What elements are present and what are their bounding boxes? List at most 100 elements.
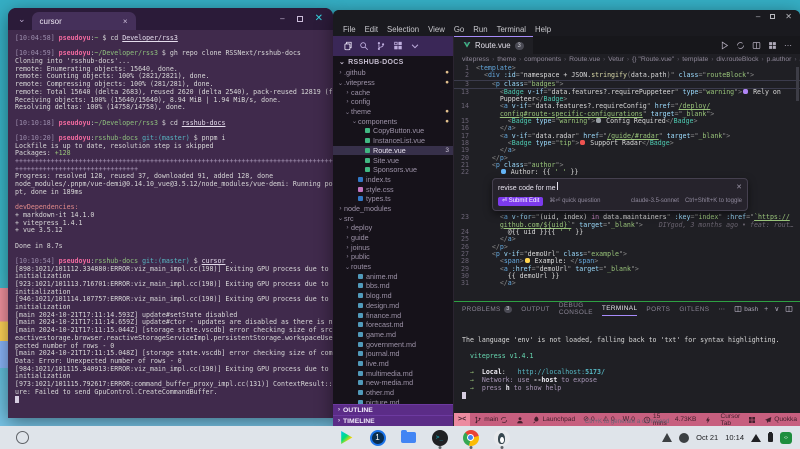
more-action-icon[interactable]: ⋯: [784, 41, 792, 50]
section-timeline[interactable]: ›TIMELINE: [333, 415, 453, 426]
editor-scrollbar[interactable]: [796, 67, 799, 101]
tree-item-picture.md[interactable]: picture.md: [333, 397, 453, 404]
maximize-button[interactable]: [297, 16, 303, 22]
tree-item-InstanceList.vue[interactable]: InstanceList.vue: [333, 136, 453, 146]
tree-item-Site.vue[interactable]: Site.vue: [333, 155, 453, 165]
panel-tab-ports[interactable]: PORTS: [646, 302, 670, 316]
tree-item-public[interactable]: ›public: [333, 252, 453, 262]
tree-item-new-media.md[interactable]: new-media.md: [333, 378, 453, 388]
breadcrumb-item[interactable]: components: [524, 56, 561, 63]
menu-terminal[interactable]: Terminal: [493, 25, 530, 34]
sync-action-icon[interactable]: [736, 41, 745, 50]
minimize-button[interactable]: –: [280, 15, 284, 23]
notification-app-icon[interactable]: [662, 433, 672, 442]
tree-item-government.md[interactable]: government.md: [333, 339, 453, 349]
chevdown-icon[interactable]: ∨: [774, 305, 779, 313]
tree-item-guide[interactable]: ›guide: [333, 233, 453, 243]
breadcrumb-item[interactable]: theme: [497, 56, 516, 63]
panel-tab-gitlens[interactable]: GITLENS: [679, 302, 709, 316]
tree-item-Sponsors.vue[interactable]: Sponsors.vue: [333, 165, 453, 175]
menu-help[interactable]: Help: [531, 25, 555, 34]
tree-item-theme[interactable]: ⌄theme●: [333, 107, 453, 117]
terminal-tab[interactable]: cursor ×: [32, 12, 136, 30]
breadcrumb-item[interactable]: p.author: [767, 56, 792, 63]
tree-item-CopyButton.vue[interactable]: CopyButton.vue: [333, 126, 453, 136]
chevron-down-icon[interactable]: [410, 41, 420, 51]
grid-action-icon[interactable]: [768, 41, 777, 50]
tree-item-Route.vue[interactable]: Route.vue3: [333, 146, 453, 156]
tree-item-journal.md[interactable]: journal.md: [333, 349, 453, 359]
tree-item-src[interactable]: ⌄src: [333, 213, 453, 223]
launcher-button[interactable]: [16, 431, 29, 444]
breadcrumb-item[interactable]: vitepress: [462, 56, 489, 63]
panel-tab-⋯[interactable]: ⋯: [718, 302, 725, 316]
menu-file[interactable]: File: [339, 25, 360, 34]
code-editor[interactable]: 1<template>2 <div :id="namespace + JSON.…: [454, 65, 800, 301]
chrome-app-icon[interactable]: [462, 429, 479, 446]
tree-item-node_modules[interactable]: ›node_modules: [333, 204, 453, 214]
extensions-view-icon[interactable]: [393, 41, 403, 51]
close-icon[interactable]: ✕: [736, 184, 742, 191]
git-branch-view-icon[interactable]: [376, 41, 386, 51]
tree-item-.vitepress[interactable]: ⌄.vitepress●: [333, 78, 453, 88]
tree-item-joinus[interactable]: ›joinus: [333, 242, 453, 252]
play-store-app-icon[interactable]: [338, 429, 355, 446]
tree-item-design.md[interactable]: design.md: [333, 301, 453, 311]
panel-tab-terminal[interactable]: TERMINAL: [602, 302, 638, 316]
split-icon[interactable]: [785, 305, 793, 313]
terminal-menu-icon[interactable]: ⌄: [18, 14, 26, 25]
menu-run[interactable]: Run: [469, 25, 491, 34]
section-outline[interactable]: ›OUTLINE: [333, 404, 453, 415]
tree-item-index.ts[interactable]: index.ts: [333, 175, 453, 185]
wifi-icon[interactable]: [751, 434, 761, 442]
breadcrumb-item[interactable]: div.routeBlock: [716, 56, 758, 63]
ai-prompt-input[interactable]: revise code for me: [498, 182, 736, 192]
tree-item-multimedia.md[interactable]: multimedia.md: [333, 368, 453, 378]
panel-tab-output[interactable]: OUTPUT: [521, 302, 550, 316]
tree-item-types.ts[interactable]: types.ts: [333, 194, 453, 204]
tree-item-config[interactable]: ›config: [333, 97, 453, 107]
tree-item-components[interactable]: ⌄components●: [333, 116, 453, 126]
battery-icon[interactable]: [768, 433, 773, 442]
tree-item-anime.md[interactable]: anime.md: [333, 271, 453, 281]
panel-tab-debug-console[interactable]: DEBUG CONSOLE: [559, 302, 593, 316]
terminal-profile-label[interactable]: bash: [734, 305, 758, 313]
submit-edit-button[interactable]: ⏎ Submit Edit: [498, 197, 543, 206]
one-password-app-icon[interactable]: 1: [369, 429, 386, 446]
tree-item-routes[interactable]: ⌄routes: [333, 262, 453, 272]
tree-item-deploy[interactable]: ›deploy: [333, 223, 453, 233]
tree-item-live.md[interactable]: live.md: [333, 359, 453, 369]
menu-selection[interactable]: Selection: [383, 25, 423, 34]
code-status-badge[interactable]: ‹›: [780, 432, 792, 444]
menu-view[interactable]: View: [424, 25, 449, 34]
menu-edit[interactable]: Edit: [361, 25, 382, 34]
explorer-header[interactable]: ⌄ RSSHUB-DOCS: [333, 56, 453, 68]
search-view-icon[interactable]: [359, 41, 369, 51]
breadcrumb-item[interactable]: {} "Route.vue": [632, 56, 674, 63]
model-selector[interactable]: claude-3.5-sonnet: [631, 198, 679, 205]
penguin-app-icon[interactable]: [493, 429, 510, 446]
run-action-icon[interactable]: [720, 41, 729, 50]
files-view-icon[interactable]: [342, 41, 352, 51]
tree-item-game.md[interactable]: game.md: [333, 330, 453, 340]
files-app-app-icon[interactable]: [400, 429, 417, 446]
split-action-icon[interactable]: [752, 41, 761, 50]
tree-item-bbs.md[interactable]: bbs.md: [333, 281, 453, 291]
tree-item-finance.md[interactable]: finance.md: [333, 310, 453, 320]
tree-item-forecast.md[interactable]: forecast.md: [333, 320, 453, 330]
breadcrumb-item[interactable]: Route.vue: [569, 56, 600, 63]
tree-item-other.md[interactable]: other.md: [333, 388, 453, 398]
panel-tab-problems[interactable]: PROBLEMS3: [462, 302, 512, 316]
terminal-output[interactable]: [10:04:58] pseudoyu:~ $ cd Developer/rss…: [8, 30, 333, 409]
tab-route-vue[interactable]: Route.vue 3: [454, 36, 533, 54]
breadcrumb-item[interactable]: Vetur: [608, 56, 624, 63]
menu-go[interactable]: Go: [450, 25, 468, 34]
notification-app-icon-2[interactable]: [679, 433, 689, 443]
quick-question-button[interactable]: ⌘⏎ quick question: [549, 198, 600, 205]
tree-item-cache[interactable]: ›cache: [333, 87, 453, 97]
system-tray[interactable]: Oct 21 10:14 ‹›: [662, 426, 792, 449]
inline-ai-chat[interactable]: revise code for me✕ ⏎ Submit Edit ⌘⏎ quick…: [492, 178, 748, 211]
tray-date[interactable]: Oct 21: [696, 433, 718, 442]
terminal-app-app-icon[interactable]: >_: [431, 429, 448, 446]
tree-item-style.css[interactable]: style.css: [333, 184, 453, 194]
